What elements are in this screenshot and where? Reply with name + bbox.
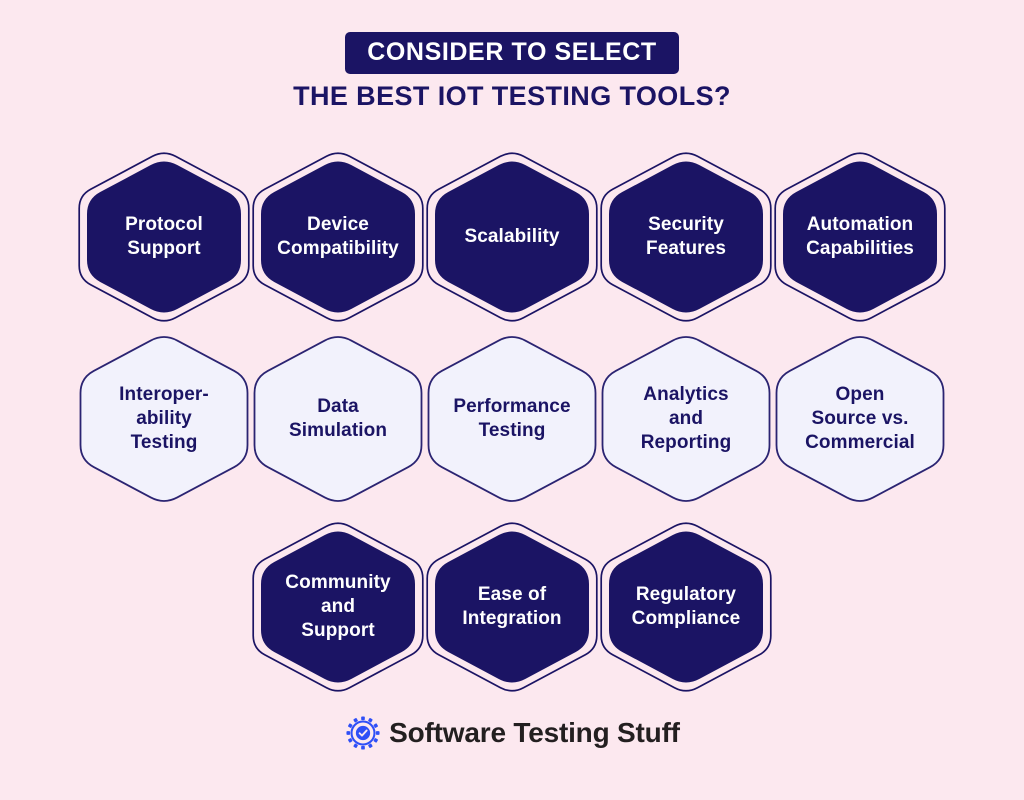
hex-security-features[interactable]: Security Features (599, 148, 773, 326)
hex-regulatory-compliance[interactable]: Regulatory Compliance (599, 518, 773, 696)
hex-label-protocol-support: Protocol Support (125, 213, 203, 259)
hex-interoperability-testing[interactable]: Interoper- ability Testing (77, 330, 251, 508)
hex-data-simulation[interactable]: Data Simulation (251, 330, 425, 508)
hexagon-grid: Protocol Support Device Compatibility Scal… (0, 0, 1024, 800)
hex-label-community-and-support: Community and Support (285, 571, 391, 642)
brand-footer: Software Testing Stuff (0, 714, 1024, 752)
title-banner: CONSIDER TO SELECT (345, 32, 679, 74)
brand-name: Software Testing Stuff (389, 717, 680, 748)
page-title: CONSIDER TO SELECT THE BEST IOT TESTING … (0, 32, 1024, 110)
hex-protocol-support[interactable]: Protocol Support (77, 148, 251, 326)
hexagon-row-3: Community and Support Ease of Integration… (0, 518, 1024, 696)
hex-label-data-simulation: Data Simulation (288, 395, 388, 441)
hex-label-regulatory-compliance: Regulatory Compliance (631, 583, 741, 629)
hex-label-open-source-vs-commercial: Open Source vs. Commercial (805, 383, 915, 454)
hex-automation-capabilities[interactable]: Automation Capabilities (773, 148, 947, 326)
hex-ease-of-integration[interactable]: Ease of Integration (425, 518, 599, 696)
hex-open-source-vs-commercial[interactable]: Open Source vs. Commercial (773, 330, 947, 508)
hex-label-security-features: Security Features (645, 213, 726, 259)
hex-label-scalability: Scalability (464, 225, 560, 247)
hex-label-analytics-and-reporting: Analytics and Reporting (640, 383, 732, 454)
title-subtitle: THE BEST IOT TESTING TOOLS? (293, 81, 731, 111)
hex-label-automation-capabilities: Automation Capabilities (806, 213, 914, 259)
hex-device-compatibility[interactable]: Device Compatibility (251, 148, 425, 326)
hex-community-and-support[interactable]: Community and Support (251, 518, 425, 696)
hex-label-performance-testing: Performance Testing (453, 395, 571, 441)
hexagon-row-2: Interoper- ability Testing Data Simulatio… (0, 330, 1024, 508)
hex-label-ease-of-integration: Ease of Integration (462, 583, 562, 629)
hex-scalability[interactable]: Scalability (425, 148, 599, 326)
hex-performance-testing[interactable]: Performance Testing (425, 330, 599, 508)
gear-check-icon (346, 716, 380, 750)
hexagon-row-1: Protocol Support Device Compatibility Scal… (0, 148, 1024, 326)
hex-analytics-and-reporting[interactable]: Analytics and Reporting (599, 330, 773, 508)
hex-label-device-compatibility: Device Compatibility (277, 213, 399, 259)
hex-label-interoperability-testing: Interoper- ability Testing (119, 383, 209, 454)
